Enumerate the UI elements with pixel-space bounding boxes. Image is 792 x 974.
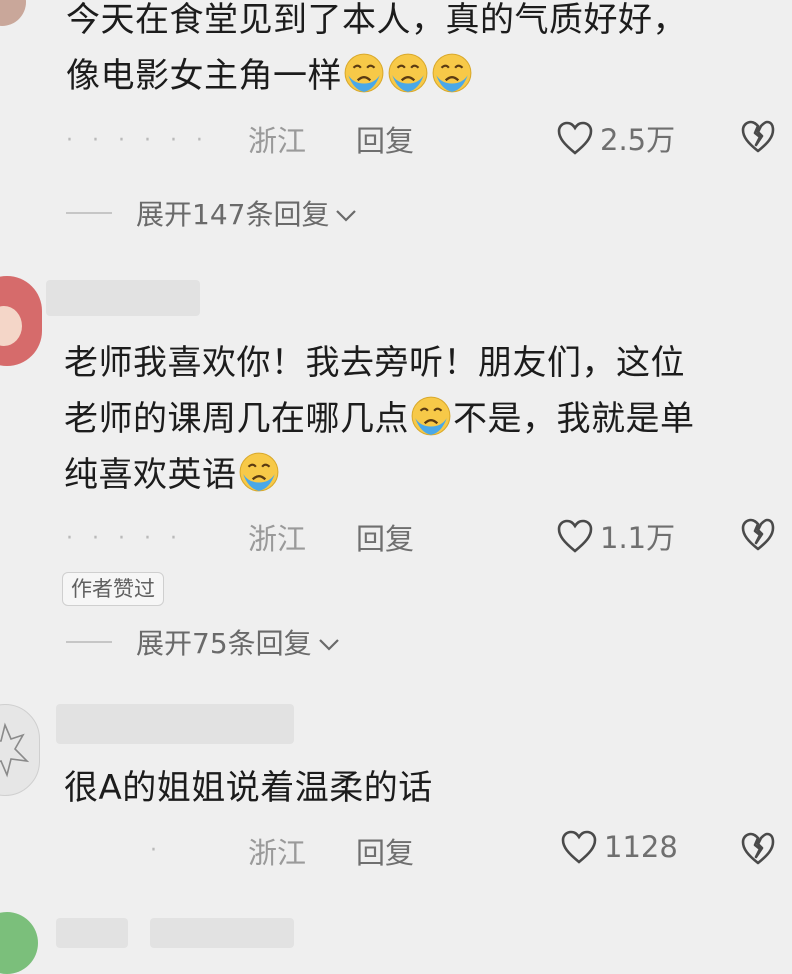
comment-2-line-3: 纯喜欢英语 [64,447,281,503]
expand-replies-label: 展开147条回复 [136,198,330,231]
location-label: 浙江 [248,522,307,556]
like-count: 2.5万 [600,123,676,157]
heart-outline-icon [556,518,594,554]
like-button[interactable]: 1.1万 [556,515,675,557]
broken-heart-icon[interactable] [740,518,776,552]
heart-outline-icon [560,829,598,865]
crying-face-icon [410,395,452,437]
blurred-username: · · · · · [66,526,183,551]
chevron-down-icon [335,197,357,230]
reply-button[interactable]: 回复 [356,830,414,872]
comment-3-line-1: 很A的姐姐说着温柔的话 [64,768,433,808]
comment-2-line-1: 老师我喜欢你！我去旁听！朋友们，这位 [64,343,685,383]
expand-replies-label: 展开75条回复 [136,627,312,660]
comment-1-line-1: 今天在食堂见到了本人，真的气质好好， [66,0,687,40]
blurred-username [150,918,294,948]
comment-3: 很A的姐姐说着温柔的话 · 浙江 回复 1128 [0,690,792,890]
comment-4 [0,906,792,974]
blurred-username: · · · · · · [66,128,209,153]
crying-face-icon [431,52,473,94]
broken-heart-icon[interactable] [740,832,776,866]
crying-face-icon [387,52,429,94]
blurred-username: · [150,838,163,863]
crying-face-icon [343,52,385,94]
avatar[interactable] [0,704,40,796]
comment-2-line-2-tail: 不是，我就是单 [453,399,695,439]
author-liked-badge: 作者赞过 [62,572,164,606]
divider [66,212,112,214]
reply-button[interactable]: 回复 [356,118,414,160]
like-button[interactable]: 2.5万 [556,117,675,159]
blurred-username [56,918,128,948]
reply-button[interactable]: 回复 [356,516,414,558]
heart-outline-icon [556,120,594,156]
broken-heart-icon[interactable] [740,120,776,154]
like-count: 1128 [604,830,678,864]
like-button[interactable]: 1128 [560,829,678,865]
comment-1-line-2-text: 像电影女主角一样 [66,56,342,96]
comment-1-line-2: 像电影女主角一样 [66,48,474,104]
comment-2-line-2: 老师的课周几在哪几点 不是，我就是单 [64,391,695,447]
comment-1: 今天在食堂见到了本人，真的气质好好， 像电影女主角一样 · · · · · · … [0,0,792,250]
expand-replies-button[interactable]: 展开75条回复 [66,622,340,662]
comment-2-line-3-text: 纯喜欢英语 [64,455,237,495]
expand-replies-button[interactable]: 展开147条回复 [66,193,357,233]
crying-face-icon [238,451,280,493]
avatar[interactable] [0,0,26,26]
location-label: 浙江 [248,836,307,870]
like-count: 1.1万 [600,521,676,555]
avatar[interactable] [0,912,38,974]
blurred-username [56,704,294,744]
location-label: 浙江 [248,124,307,158]
divider [66,641,112,643]
comment-2-line-2-text: 老师的课周几在哪几点 [64,399,409,439]
comment-2: 老师我喜欢你！我去旁听！朋友们，这位 老师的课周几在哪几点 不是，我就是单 纯喜欢… [0,262,792,682]
avatar[interactable] [0,276,42,366]
blurred-username [46,280,200,316]
chevron-down-icon [318,626,340,659]
